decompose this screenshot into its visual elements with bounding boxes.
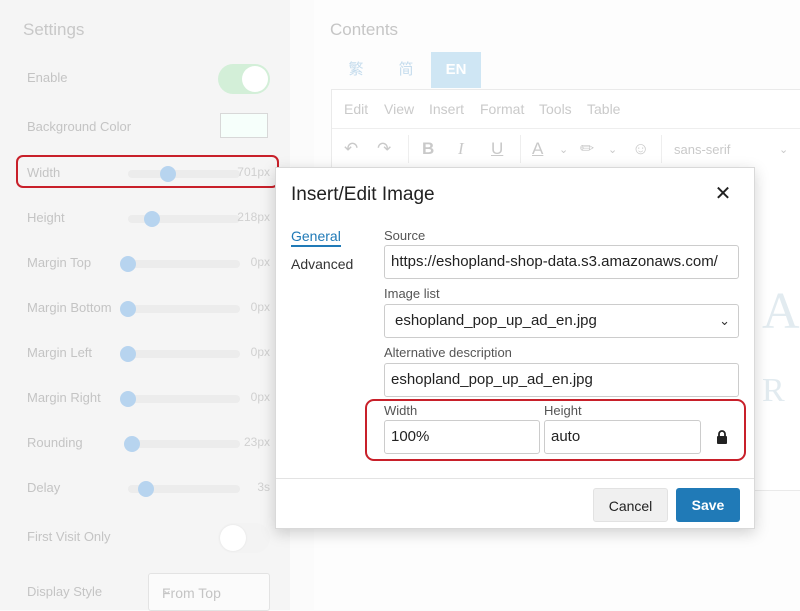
margin-bottom-label: Margin Bottom (27, 300, 112, 315)
tab-lang-simplified[interactable]: 简 (381, 52, 431, 88)
display-style-select[interactable]: From Top ⌄ (148, 573, 270, 611)
enable-label: Enable (27, 70, 68, 85)
undo-icon[interactable]: ↶ (344, 139, 358, 159)
delay-slider[interactable] (128, 481, 240, 497)
margin-top-slider-handle[interactable] (120, 256, 136, 272)
margin-bottom-slider[interactable] (120, 301, 240, 317)
menu-view[interactable]: View (384, 101, 414, 117)
save-button[interactable]: Save (676, 488, 740, 522)
image-list-label: Image list (384, 286, 440, 301)
emoji-icon[interactable]: ☺ (632, 139, 649, 159)
enable-row: Enable (27, 62, 272, 94)
enable-toggle[interactable] (218, 64, 270, 94)
editor-toolbar: ↶ ↷ B I U A ⌄ ✏ ⌄ ☺ sans-serif ⌄ (332, 129, 800, 169)
margin-top-label: Margin Top (27, 255, 92, 270)
font-family-select[interactable]: sans-serif (674, 142, 730, 157)
margin-bottom-value: 0px (250, 300, 270, 314)
margin-left-slider[interactable] (120, 346, 240, 362)
margin-left-row: Margin Left 0px (27, 337, 272, 367)
margin-right-label: Margin Right (27, 390, 101, 405)
height-value: 218px (237, 210, 270, 224)
menu-format[interactable]: Format (480, 101, 524, 117)
rounding-slider-handle[interactable] (124, 436, 140, 452)
chevron-down-icon: ⌄ (162, 583, 173, 597)
source-label: Source (384, 228, 426, 243)
display-style-label: Display Style (27, 584, 103, 599)
margin-left-value: 0px (250, 345, 270, 359)
dialog-footer-divider (276, 478, 754, 479)
contents-title: Contents (330, 20, 399, 39)
content-image-fragment: A (762, 283, 800, 340)
margin-top-row: Margin Top 0px (27, 247, 272, 277)
margin-top-value: 0px (250, 255, 270, 269)
content-image-fragment: R (762, 372, 785, 409)
chevron-down-icon: ⌄ (719, 313, 730, 328)
dimensions-highlight-box (365, 399, 746, 461)
menu-tools[interactable]: Tools (539, 101, 572, 117)
chevron-down-icon[interactable]: ⌄ (559, 143, 568, 156)
height-row: Height 218px (27, 202, 272, 232)
margin-bottom-slider-handle[interactable] (120, 301, 136, 317)
tab-lang-english[interactable]: EN (431, 52, 481, 88)
delay-label: Delay (27, 480, 61, 495)
tab-general[interactable]: General (291, 228, 341, 247)
highlight-color-icon[interactable]: ✏ (580, 139, 594, 159)
first-visit-only-toggle[interactable] (218, 523, 270, 553)
delay-row: Delay 3s (27, 472, 272, 502)
margin-left-slider-handle[interactable] (120, 346, 136, 362)
cancel-button[interactable]: Cancel (593, 488, 668, 522)
editor-menubar: Edit View Insert Format Tools Table (332, 90, 800, 129)
background-color-row: Background Color (27, 111, 272, 141)
tab-advanced[interactable]: Advanced (291, 256, 353, 272)
image-list-value: eshopland_pop_up_ad_en.jpg (395, 312, 597, 329)
bold-icon[interactable]: B (422, 139, 434, 159)
margin-right-slider[interactable] (120, 391, 240, 407)
menu-edit[interactable]: Edit (344, 101, 368, 117)
italic-icon[interactable]: I (458, 139, 464, 159)
redo-icon[interactable]: ↷ (377, 139, 391, 159)
margin-right-value: 0px (250, 390, 270, 404)
settings-title: Settings (23, 20, 85, 39)
margin-top-slider[interactable] (120, 256, 240, 272)
source-input[interactable]: https://eshopland-shop-data.s3.amazonaws… (384, 245, 739, 279)
margin-left-label: Margin Left (27, 345, 93, 360)
rounding-row: Rounding 23px (27, 427, 272, 457)
margin-right-row: Margin Right 0px (27, 382, 272, 412)
menu-insert[interactable]: Insert (429, 101, 464, 117)
display-style-row: Display Style From Top ⌄ (27, 573, 272, 611)
insert-edit-image-dialog: Insert/Edit Image ✕ General Advanced Sou… (275, 167, 755, 529)
dialog-title: Insert/Edit Image (291, 184, 435, 205)
text-color-icon[interactable]: A (532, 139, 543, 159)
rounding-value: 23px (243, 435, 270, 449)
underline-icon[interactable]: U (491, 139, 503, 159)
chevron-down-icon[interactable]: ⌄ (779, 143, 788, 156)
width-highlight-box (16, 155, 279, 188)
background-color-label: Background Color (27, 119, 132, 134)
tab-lang-traditional[interactable]: 繁 (331, 52, 381, 88)
toolbar-divider (408, 135, 409, 163)
delay-slider-handle[interactable] (138, 481, 154, 497)
toolbar-divider (520, 135, 521, 163)
height-label: Height (27, 210, 65, 225)
margin-right-slider-handle[interactable] (120, 391, 136, 407)
image-list-select[interactable]: eshopland_pop_up_ad_en.jpg ⌄ (384, 304, 739, 338)
close-icon[interactable]: ✕ (710, 181, 736, 207)
delay-value: 3s (257, 480, 270, 494)
background-color-swatch[interactable] (220, 113, 268, 138)
height-slider[interactable] (128, 211, 240, 227)
alt-description-input[interactable]: eshopland_pop_up_ad_en.jpg (384, 363, 739, 397)
chevron-down-icon[interactable]: ⌄ (608, 143, 617, 156)
rounding-label: Rounding (27, 435, 83, 450)
margin-bottom-row: Margin Bottom 0px (27, 292, 272, 322)
alt-description-label: Alternative description (384, 345, 512, 360)
toolbar-divider (661, 135, 662, 163)
settings-panel: Settings Enable Background Color Width 70… (0, 0, 290, 611)
rounding-slider[interactable] (124, 436, 240, 452)
first-visit-only-row: First Visit Only (27, 521, 272, 553)
menu-table[interactable]: Table (587, 101, 620, 117)
first-visit-only-label: First Visit Only (27, 529, 111, 544)
height-slider-handle[interactable] (144, 211, 160, 227)
